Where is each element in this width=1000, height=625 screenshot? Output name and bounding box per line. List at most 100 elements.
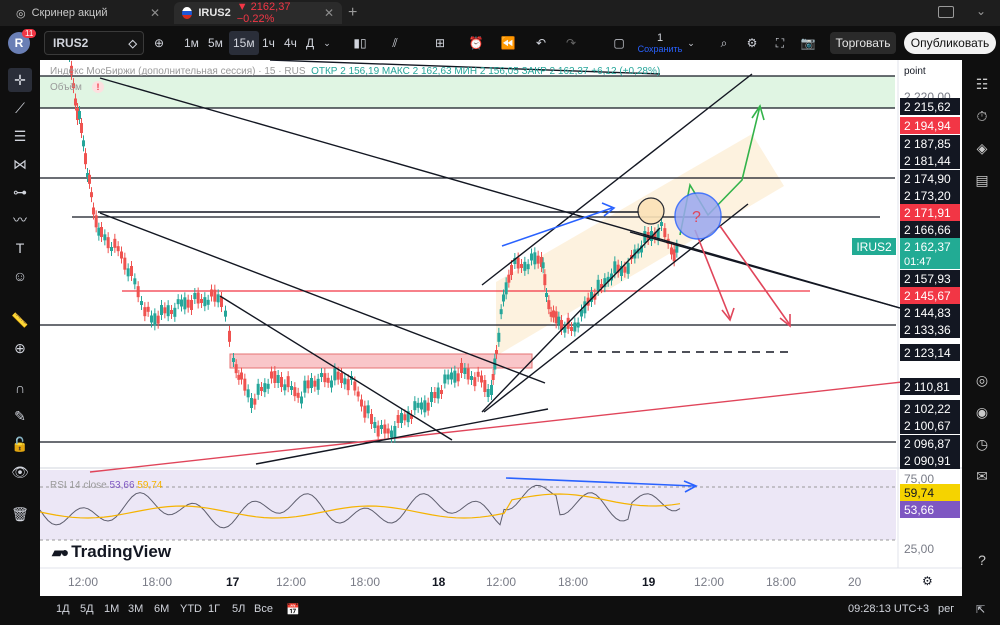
undo-icon[interactable]: ↶ [532, 26, 550, 60]
quick-search-icon[interactable]: ⌕ [714, 26, 734, 60]
close-tab-icon[interactable]: ✕ [324, 6, 334, 20]
layout-grid-icon[interactable]: ⊞ [430, 26, 450, 60]
prediction-icon[interactable]: ⊶ [8, 180, 32, 204]
scale-unit-label[interactable]: point [900, 66, 926, 77]
interval-1m[interactable]: 1м [180, 26, 203, 60]
lock-icon[interactable]: 🔓 [8, 432, 32, 456]
chat-icon[interactable]: ✉ [970, 464, 994, 488]
ruler-icon[interactable]: 📏 [8, 308, 32, 332]
range-button[interactable]: 5Д [80, 603, 94, 615]
replay-icon[interactable]: ⏪ [498, 26, 518, 60]
add-compare-icon[interactable]: ⊕ [150, 26, 168, 60]
indicators-icon[interactable]: ⫽ [384, 26, 406, 60]
candle-body [413, 401, 417, 411]
layers-icon[interactable]: ◈ [970, 136, 994, 160]
range-button[interactable]: YTD [180, 603, 202, 615]
interval-day[interactable]: Д [302, 26, 318, 60]
trade-button[interactable]: Торговать [830, 32, 896, 54]
camera-icon[interactable]: 📷 [798, 26, 818, 60]
clock-readout[interactable]: 09:28:13 UTC+3 [848, 603, 929, 615]
candle-body [499, 309, 503, 315]
candle-body [266, 383, 270, 389]
text-icon[interactable]: T [8, 236, 32, 260]
candle-body [200, 299, 203, 303]
candle-body [270, 371, 273, 379]
trash-icon[interactable]: 🗑 [8, 502, 32, 526]
help-icon[interactable]: ? [970, 548, 994, 572]
pattern-icon[interactable]: ⋈ [8, 152, 32, 176]
chevron-down-icon[interactable]: ⌄ [684, 26, 698, 60]
eye-icon[interactable]: 👁 [8, 460, 32, 484]
candle-body [545, 293, 548, 297]
layout-square-icon[interactable]: ▢ [610, 26, 628, 60]
trend-line-icon[interactable]: ⟋ [8, 96, 32, 120]
candle-body [306, 380, 310, 389]
browser-tab-irus2[interactable]: IRUS2 ▼ 2162,37 −0.22% ✕ [174, 1, 342, 25]
candle-body [123, 257, 127, 270]
candle-body [516, 257, 520, 269]
price-label: 2 157,93 [900, 270, 960, 287]
candle-body [146, 306, 150, 312]
warning-icon[interactable]: ! [92, 81, 104, 93]
new-tab-button[interactable]: + [348, 4, 357, 22]
save-button[interactable]: 1 Сохранить [638, 26, 683, 60]
brush-icon[interactable]: 〰 [8, 208, 32, 232]
candle-body [80, 123, 83, 133]
expand-icon[interactable]: ⇱ [976, 603, 985, 616]
candle-body [570, 327, 573, 331]
chart-canvas[interactable]: ? [40, 60, 962, 596]
chevron-down-icon[interactable]: ⌄ [976, 4, 986, 18]
ideas-icon[interactable]: ◉ [970, 400, 994, 424]
diamond-icon[interactable]: ◇ [129, 37, 137, 50]
range-button[interactable]: 1Г [208, 603, 220, 615]
publish-button[interactable]: Опубликовать [904, 32, 996, 54]
candles-icon[interactable]: ▮▯ [350, 26, 370, 60]
magnet-icon[interactable]: ∩ [8, 376, 32, 400]
lock-drawing-icon[interactable]: ✎ [8, 404, 32, 428]
emoji-icon[interactable]: ☺ [8, 264, 32, 288]
zoom-icon[interactable]: ⊕ [8, 336, 32, 360]
fib-icon[interactable]: ☰ [8, 124, 32, 148]
close-tab-icon[interactable]: ✕ [150, 6, 160, 20]
candle-body [416, 402, 420, 408]
range-button[interactable]: 1Д [56, 603, 70, 615]
candle-body [180, 299, 183, 307]
interval-15m[interactable]: 15м [229, 31, 259, 55]
alerts-icon[interactable]: ⏱ [970, 104, 994, 128]
candle-body [543, 274, 547, 286]
price-label: 2 133,36 [900, 321, 960, 338]
watchlist-icon[interactable]: ☷ [970, 72, 994, 96]
clock-icon[interactable]: ◷ [970, 432, 994, 456]
candle-body [150, 315, 153, 323]
chart-pane[interactable]: ? Индекс МосБиржи (дополнительная сессия… [40, 60, 962, 596]
rsi-axis-label: 53,66 [900, 501, 960, 518]
symbol-search-input[interactable]: IRUS2 ◇ [44, 31, 144, 55]
range-button[interactable]: 1М [104, 603, 119, 615]
interval-5m[interactable]: 5м [204, 26, 227, 60]
candle-body [420, 402, 423, 410]
hotlist-icon[interactable]: ▤ [970, 168, 994, 192]
date-range-calendar-icon[interactable]: 📅 [286, 603, 300, 616]
range-button[interactable]: 6М [154, 603, 169, 615]
crosshair-icon[interactable]: ✛ [8, 68, 32, 92]
range-button[interactable]: 3М [128, 603, 143, 615]
range-button[interactable]: Все [254, 603, 273, 615]
chevron-down-icon[interactable]: ⌄ [320, 26, 334, 60]
window-layout-icon[interactable] [938, 6, 954, 18]
interval-4h[interactable]: 4ч [280, 26, 301, 60]
time-label: 20 [848, 575, 862, 589]
browser-tab-screener[interactable]: ◎ Скринер акций ✕ [8, 2, 168, 24]
interval-1h[interactable]: 1ч [258, 26, 279, 60]
volume-label[interactable]: Объём [50, 82, 82, 93]
axis-settings-gear-icon[interactable]: ⚙ [922, 574, 933, 588]
range-button[interactable]: 5Л [232, 603, 245, 615]
redo-icon[interactable]: ↷ [562, 26, 580, 60]
calendar-icon[interactable]: ◎ [970, 368, 994, 392]
settings-gear-icon[interactable]: ⚙ [742, 26, 762, 60]
session-label[interactable]: рег [938, 603, 954, 615]
candle-body [557, 316, 561, 325]
alert-clock-icon[interactable]: ⏰ [466, 26, 486, 60]
candle-body [463, 368, 467, 374]
fullscreen-icon[interactable]: ⛶ [770, 26, 790, 60]
rsi-pane-background [40, 470, 896, 540]
